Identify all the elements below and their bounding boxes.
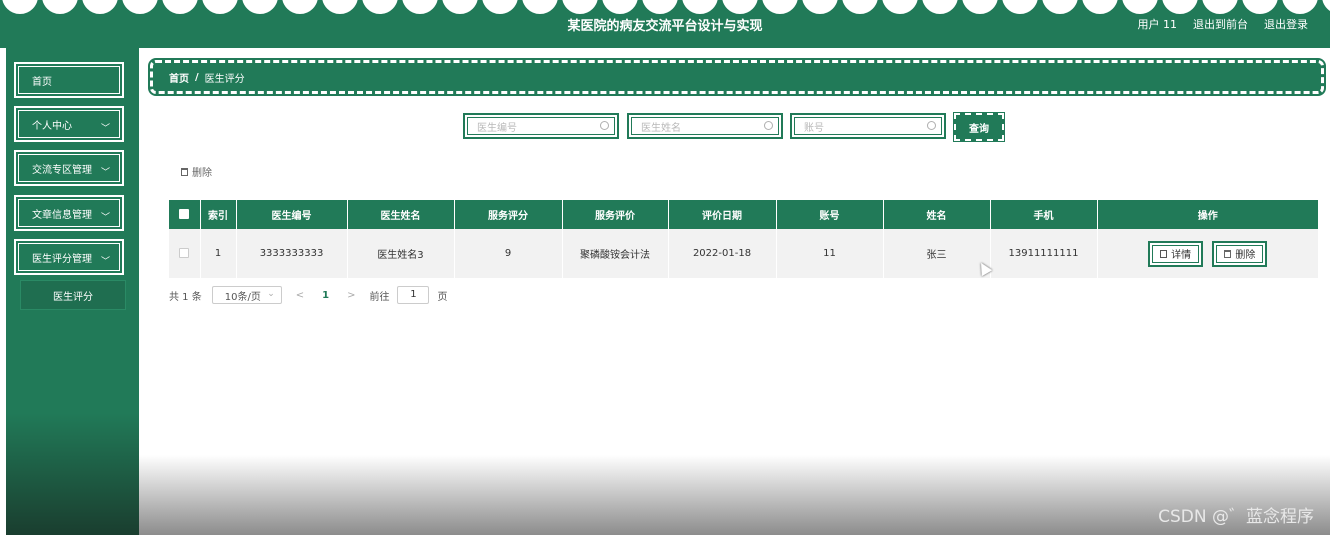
account-placeholder: 账号 (804, 122, 824, 134)
detail-button[interactable]: 详情 (1148, 240, 1204, 267)
scallop-decoration (0, 0, 1330, 16)
search-icon (600, 121, 609, 130)
column-header: 评价日期 (668, 200, 777, 229)
doctor-name-input[interactable]: 医生姓名 (627, 113, 783, 139)
sidebar-item-personal-center[interactable]: 个人中心 ﹀ (14, 106, 124, 142)
search-icon (764, 121, 773, 130)
row-checkbox[interactable] (179, 248, 190, 258)
breadcrumb-separator: / (195, 71, 199, 83)
page-size-value: 10条/页 (224, 291, 261, 303)
user-label[interactable]: 用户 11 (1138, 16, 1178, 32)
detail-label: 详情 (1171, 250, 1192, 261)
column-header: 医生编号 (236, 200, 348, 229)
trash-icon (181, 167, 188, 176)
breadcrumb-home[interactable]: 首页 (169, 70, 189, 85)
column-header: 索引 (200, 200, 237, 229)
doctor-no-placeholder: 医生编号 (477, 122, 517, 134)
sidebar-item-home[interactable]: 首页 (14, 62, 124, 98)
sidebar-item-doctor-rating[interactable]: 医生评分管理 ﹀ (14, 239, 124, 275)
search-icon (927, 121, 936, 130)
header-links: 用户 11 退出到前台 退出登录 (1138, 16, 1309, 32)
watermark: CSDN @゛蓝念程序 (1158, 507, 1314, 527)
total-count: 共 1 条 (169, 291, 202, 303)
select-all-checkbox[interactable] (179, 209, 190, 219)
search-button[interactable]: 查询 (954, 113, 1004, 141)
chevron-down-icon: ⌄ (267, 289, 275, 299)
prev-page-button[interactable]: < (290, 290, 310, 301)
rating-table: 索引 医生编号 医生姓名 服务评分 服务评价 评价日期 账号 姓名 手机 操作 … (169, 200, 1318, 278)
batch-delete-button[interactable]: 删除 (181, 164, 212, 179)
goto-page-input[interactable]: 1 (397, 286, 430, 304)
current-page[interactable]: 1 (318, 290, 333, 301)
cell-date: 2022-01-18 (668, 229, 777, 278)
breadcrumb: 首页 / 医生评分 (150, 60, 1324, 94)
delete-button[interactable]: 删除 (1212, 240, 1268, 267)
sidebar-item-label: 交流专区管理 (32, 164, 92, 176)
sidebar-item-exchange-zone[interactable]: 交流专区管理 ﹀ (14, 150, 124, 186)
sidebar-item-articles[interactable]: 文章信息管理 ﹀ (14, 195, 124, 231)
column-header: 医生姓名 (347, 200, 455, 229)
sidebar-item-label: 首页 (32, 76, 52, 88)
main-content: 首页 / 医生评分 医生编号 医生姓名 账号 查询 删除 索引 医生编号 医生姓… (139, 48, 1330, 535)
row-select-cell[interactable] (169, 229, 201, 278)
pagination: 共 1 条 10条/页 ⌄ < 1 > 前往 1 页 (169, 286, 447, 304)
goto-label: 前往 (369, 291, 390, 303)
chevron-down-icon: ﹀ (100, 213, 110, 223)
cell-comment: 聚磷酸铵会计法 (562, 229, 669, 278)
column-header: 服务评分 (454, 200, 563, 229)
column-header: 服务评价 (562, 200, 669, 229)
cell-actions: 详情 删除 (1097, 229, 1318, 278)
bottom-fade (139, 455, 1330, 535)
search-bar: 医生编号 医生姓名 账号 查询 (139, 113, 1330, 141)
select-all-header[interactable] (169, 200, 201, 229)
site-title: 某医院的病友交流平台设计与实现 (567, 19, 763, 34)
table-header-row: 索引 医生编号 医生姓名 服务评分 服务评价 评价日期 账号 姓名 手机 操作 (169, 200, 1318, 229)
doctor-name-placeholder: 医生姓名 (641, 122, 681, 134)
chevron-down-icon: ﹀ (100, 168, 110, 178)
cell-account: 11 (776, 229, 884, 278)
batch-delete-label: 删除 (192, 168, 212, 179)
column-header: 手机 (990, 200, 1098, 229)
account-input[interactable]: 账号 (790, 113, 946, 139)
top-header: 某医院的病友交流平台设计与实现 用户 11 退出到前台 退出登录 (0, 0, 1330, 48)
cell-phone: 13911111111 (990, 229, 1098, 278)
sidebar-item-label: 个人中心 (32, 120, 72, 132)
page-unit-label: 页 (437, 291, 448, 303)
trash-icon (1224, 249, 1232, 258)
column-header: 姓名 (883, 200, 991, 229)
submenu-item-doctor-rating[interactable]: 医生评分 (20, 280, 126, 310)
sidebar: 首页 个人中心 ﹀ 交流专区管理 ﹀ 文章信息管理 ﹀ 医生评分管理 ﹀ 医生评… (6, 48, 139, 535)
cell-score: 9 (454, 229, 563, 278)
sidebar-item-label: 文章信息管理 (32, 209, 92, 221)
table-row: 1 3333333333 医生姓名3 9 聚磷酸铵会计法 2022-01-18 … (169, 229, 1318, 278)
cell-doctor-name: 医生姓名3 (347, 229, 455, 278)
logout-link[interactable]: 退出登录 (1264, 16, 1308, 32)
document-icon (1160, 249, 1168, 258)
cell-index: 1 (200, 229, 237, 278)
sidebar-item-label: 医生评分管理 (32, 253, 92, 265)
chevron-down-icon: ﹀ (100, 257, 110, 267)
delete-label: 删除 (1235, 250, 1256, 261)
back-to-front-link[interactable]: 退出到前台 (1193, 16, 1248, 32)
column-header: 操作 (1197, 211, 1218, 222)
breadcrumb-current: 医生评分 (204, 73, 245, 85)
column-header: 账号 (776, 200, 884, 229)
cell-doctor-no: 3333333333 (236, 229, 348, 278)
cell-name: 张三 (883, 229, 991, 278)
doctor-no-input[interactable]: 医生编号 (463, 113, 619, 139)
page-size-select[interactable]: 10条/页 ⌄ (211, 286, 282, 304)
next-page-button[interactable]: > (341, 290, 361, 301)
chevron-down-icon: ﹀ (100, 124, 110, 134)
